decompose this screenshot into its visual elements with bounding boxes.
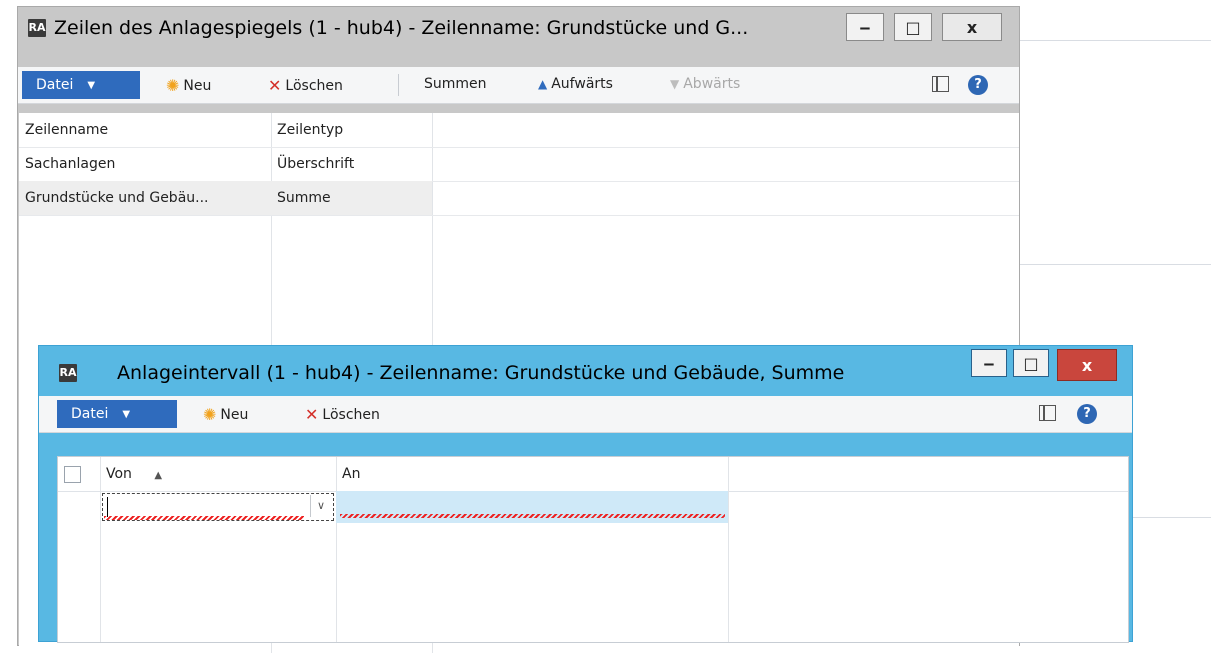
- app-icon: RA: [59, 364, 77, 382]
- header-zeilenname[interactable]: Zeilenname: [19, 113, 271, 147]
- grid-header-row: Zeilenname Zeilentyp: [19, 113, 1019, 148]
- up-button[interactable]: ▲ Aufwärts: [538, 76, 613, 92]
- minimize-button[interactable]: ‒: [971, 349, 1007, 377]
- chevron-down-icon[interactable]: ∨: [310, 495, 331, 517]
- help-icon[interactable]: ?: [968, 75, 988, 95]
- cell-zeilenname[interactable]: Sachanlagen: [19, 147, 271, 181]
- title-bar[interactable]: RA Anlageintervall (1 - hub4) - Zeilenna…: [39, 346, 1132, 396]
- down-label: Abwärts: [683, 76, 741, 92]
- sun-icon: ✺: [203, 405, 217, 424]
- text-cursor: [107, 497, 108, 517]
- cell-zeilentyp[interactable]: Summe: [271, 181, 432, 215]
- chevron-down-icon: ▼: [87, 79, 96, 91]
- header-zeilentyp[interactable]: Zeilentyp: [271, 113, 432, 147]
- chevron-down-icon: ▼: [122, 408, 131, 420]
- table-row[interactable]: Sachanlagen Überschrift: [19, 147, 1019, 182]
- background-divider: [1130, 517, 1211, 518]
- toolbar: Datei ▼ ✺ Neu ✕ Löschen ?: [39, 396, 1132, 433]
- file-menu-button[interactable]: Datei ▼: [22, 71, 140, 99]
- header-von-label: Von: [106, 466, 132, 482]
- close-button[interactable]: x: [942, 13, 1002, 41]
- close-button[interactable]: x: [1057, 349, 1117, 381]
- header-von[interactable]: Von ▲: [100, 457, 336, 491]
- cell-zeilentyp[interactable]: Überschrift: [271, 147, 432, 181]
- layout-icon[interactable]: [1039, 405, 1056, 421]
- minimize-button[interactable]: ‒: [846, 13, 884, 41]
- delete-label: Löschen: [322, 406, 380, 423]
- header-an[interactable]: An: [336, 457, 728, 491]
- file-menu-label: Datei: [71, 406, 109, 422]
- delete-button[interactable]: ✕ Löschen: [268, 76, 343, 95]
- app-icon: RA: [28, 19, 46, 37]
- maximize-button[interactable]: □: [894, 13, 932, 41]
- interval-grid: Von ▲ An ∨: [57, 456, 1129, 643]
- toolbar-separator: [398, 74, 399, 96]
- select-all-checkbox[interactable]: [64, 466, 81, 483]
- sort-asc-icon: ▲: [154, 470, 163, 481]
- new-label: Neu: [183, 77, 212, 94]
- file-menu-label: Datei: [36, 77, 74, 93]
- window-anlageintervall: RA Anlageintervall (1 - hub4) - Zeilenna…: [38, 345, 1133, 643]
- delete-x-icon: ✕: [268, 76, 282, 95]
- cell-zeilenname[interactable]: Grundstücke und Gebäu...: [19, 181, 271, 215]
- new-button[interactable]: ✺ Neu: [166, 76, 211, 95]
- validation-error-underline: [340, 514, 725, 518]
- background-divider: [1020, 40, 1211, 41]
- sun-icon: ✺: [166, 76, 180, 95]
- sums-button[interactable]: Summen: [424, 76, 487, 92]
- window-title: Anlageintervall (1 - hub4) - Zeilenname:…: [117, 362, 845, 384]
- background-divider: [1020, 264, 1211, 265]
- down-button[interactable]: ▼ Abwärts: [670, 76, 740, 92]
- delete-x-icon: ✕: [305, 405, 319, 424]
- up-label: Aufwärts: [551, 76, 613, 92]
- delete-label: Löschen: [285, 77, 343, 94]
- an-value[interactable]: [336, 491, 728, 525]
- validation-error-underline: [104, 516, 304, 520]
- window-title: Zeilen des Anlagespiegels (1 - hub4) - Z…: [54, 17, 749, 39]
- file-menu-button[interactable]: Datei ▼: [57, 400, 177, 428]
- maximize-button[interactable]: □: [1013, 349, 1049, 377]
- table-row[interactable]: Grundstücke und Gebäu... Summe: [19, 181, 1019, 216]
- arrow-up-icon: ▲: [538, 77, 548, 91]
- toolbar: Datei ▼ ✺ Neu ✕ Löschen Summen ▲ Aufwärt…: [18, 67, 1019, 104]
- layout-icon[interactable]: [932, 76, 949, 92]
- new-label: Neu: [220, 406, 249, 423]
- arrow-down-icon: ▼: [670, 77, 680, 91]
- grid-header-row: Von ▲ An: [58, 457, 1128, 492]
- help-icon[interactable]: ?: [1077, 404, 1097, 424]
- new-button[interactable]: ✺ Neu: [203, 405, 248, 424]
- delete-button[interactable]: ✕ Löschen: [305, 405, 380, 424]
- title-bar[interactable]: RA Zeilen des Anlagespiegels (1 - hub4) …: [18, 7, 1019, 63]
